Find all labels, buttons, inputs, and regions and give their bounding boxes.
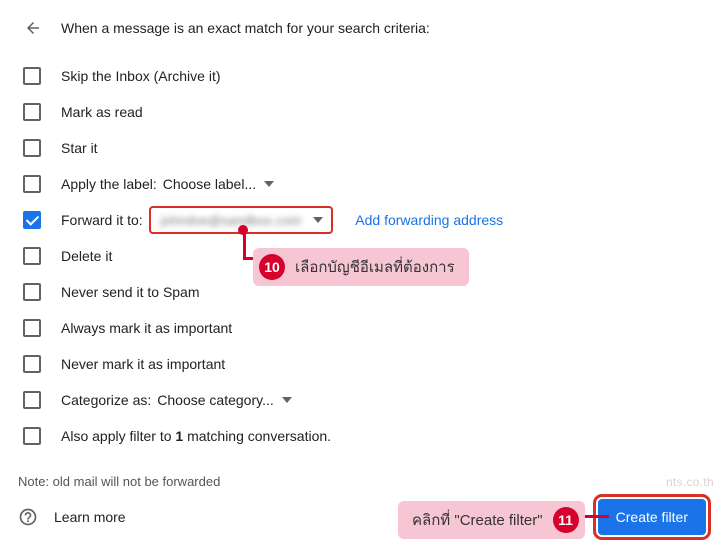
option-never-important[interactable]: Never mark it as important — [0, 346, 720, 382]
label-mark-read: Mark as read — [61, 104, 143, 120]
callout-10: 10 เลือกบัญชีอีเมลที่ต้องการ — [253, 248, 469, 286]
chevron-down-icon — [264, 181, 274, 187]
label-delete-it: Delete it — [61, 248, 112, 264]
create-filter-button[interactable]: Create filter — [598, 499, 706, 535]
checkbox-also-apply[interactable] — [23, 427, 41, 445]
option-categorize-as[interactable]: Categorize as: Choose category... — [0, 382, 720, 418]
forward-address-value: johndoe@sandbox.com — [161, 213, 302, 228]
checkbox-categorize-as[interactable] — [23, 391, 41, 409]
label-never-spam: Never send it to Spam — [61, 284, 200, 300]
label-categorize-as: Categorize as: — [61, 392, 151, 408]
callout-11-text: คลิกที่ "Create filter" — [412, 508, 543, 532]
watermark-text: nts.co.th — [666, 475, 714, 489]
filter-header-text: When a message is an exact match for you… — [61, 20, 430, 36]
apply-label-select-text: Choose label... — [163, 176, 256, 192]
forward-note-text: Note: old mail will not be forwarded — [0, 454, 720, 489]
checkbox-forward-to[interactable] — [23, 211, 41, 229]
callout-10-text: เลือกบัญชีอีเมลที่ต้องการ — [295, 255, 455, 279]
chevron-down-icon — [282, 397, 292, 403]
add-forwarding-link[interactable]: Add forwarding address — [355, 212, 503, 228]
checkbox-skip-inbox[interactable] — [23, 67, 41, 85]
checkbox-always-important[interactable] — [23, 319, 41, 337]
label-star-it: Star it — [61, 140, 98, 156]
callout-11-badge: 11 — [553, 507, 579, 533]
option-also-apply[interactable]: Also apply filter to 1 matching conversa… — [0, 418, 720, 454]
checkbox-apply-label[interactable] — [23, 175, 41, 193]
back-arrow-icon[interactable] — [23, 18, 43, 38]
option-apply-label[interactable]: Apply the label: Choose label... — [0, 166, 720, 202]
label-never-important: Never mark it as important — [61, 356, 225, 372]
checkbox-never-spam[interactable] — [23, 283, 41, 301]
option-mark-read[interactable]: Mark as read — [0, 94, 720, 130]
also-apply-pre: Also apply filter to — [61, 428, 175, 444]
checkbox-delete-it[interactable] — [23, 247, 41, 265]
checkbox-never-important[interactable] — [23, 355, 41, 373]
label-skip-inbox: Skip the Inbox (Archive it) — [61, 68, 221, 84]
checkbox-mark-read[interactable] — [23, 103, 41, 121]
also-apply-post: matching conversation. — [183, 428, 331, 444]
option-always-important[interactable]: Always mark it as important — [0, 310, 720, 346]
option-forward-to[interactable]: Forward it to: johndoe@sandbox.com Add f… — [0, 202, 720, 238]
label-apply-label: Apply the label: — [61, 176, 157, 192]
checkbox-star-it[interactable] — [23, 139, 41, 157]
callout-10-badge: 10 — [259, 254, 285, 280]
option-star-it[interactable]: Star it — [0, 130, 720, 166]
categorize-select[interactable]: Choose category... — [157, 392, 291, 408]
option-skip-inbox[interactable]: Skip the Inbox (Archive it) — [0, 58, 720, 94]
callout-11: คลิกที่ "Create filter" 11 — [398, 501, 585, 539]
categorize-select-text: Choose category... — [157, 392, 273, 408]
label-forward-to: Forward it to: — [61, 212, 143, 228]
help-icon[interactable] — [18, 507, 38, 527]
chevron-down-icon — [313, 217, 323, 223]
label-also-apply: Also apply filter to 1 matching conversa… — [61, 428, 331, 444]
label-always-important: Always mark it as important — [61, 320, 232, 336]
learn-more-link[interactable]: Learn more — [54, 509, 126, 525]
apply-label-select[interactable]: Choose label... — [163, 176, 274, 192]
